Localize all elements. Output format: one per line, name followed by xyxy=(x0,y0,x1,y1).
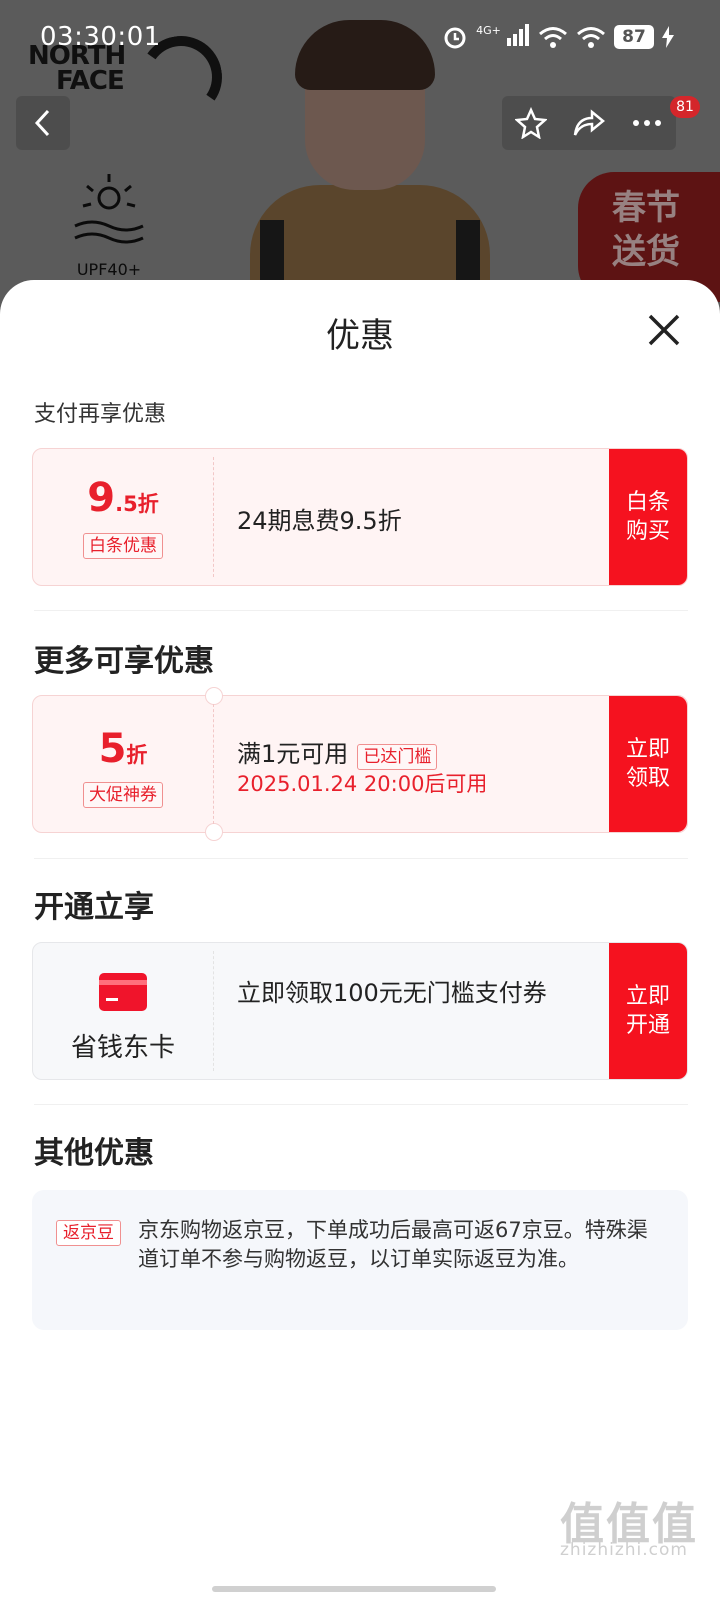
other-section-label: 其他优惠 xyxy=(34,1136,154,1171)
savings-card[interactable]: 省钱东卡 立即领取100元无门槛支付券 立即开通 xyxy=(32,942,688,1080)
card-name: 省钱东卡 xyxy=(70,1033,175,1063)
coupon-description: 24期息费9.5折 xyxy=(237,507,402,535)
back-icon xyxy=(34,109,50,137)
close-button[interactable] xyxy=(640,306,688,354)
coupon-discount: 9.5折 xyxy=(87,475,159,521)
coupon-discount: 5折 xyxy=(98,726,148,772)
share-icon xyxy=(573,109,605,136)
close-icon xyxy=(648,314,680,346)
more-section-label: 更多可享优惠 xyxy=(34,644,214,679)
jingdou-text: 京东购物返京豆，下单成功后最高可返67京豆。特殊渠道订单不参与购物返豆，以订单实… xyxy=(138,1218,648,1271)
open-card-button[interactable]: 立即开通 xyxy=(609,943,687,1079)
nav-actions xyxy=(502,96,676,150)
watermark-url: zhizhizhi.com xyxy=(560,1540,688,1560)
star-icon xyxy=(515,107,547,139)
share-button[interactable] xyxy=(564,96,614,150)
coupon-tag: 大促神券 xyxy=(83,782,163,808)
charging-icon xyxy=(662,26,674,48)
back-button[interactable] xyxy=(16,96,70,150)
alarm-icon xyxy=(444,27,466,49)
card-icon xyxy=(99,973,147,1011)
jingdou-tag: 返京豆 xyxy=(56,1220,121,1246)
battery-icon: 87 xyxy=(614,25,654,49)
sheet-title: 优惠 xyxy=(326,316,394,356)
open-section-label: 开通立享 xyxy=(34,890,154,925)
baitiao-coupon-card[interactable]: 9.5折 白条优惠 24期息费9.5折 白条购买 xyxy=(32,448,688,586)
payment-section-label: 支付再享优惠 xyxy=(34,402,167,427)
baitiao-buy-button[interactable]: 白条购买 xyxy=(609,449,687,585)
signal-icon: 4G+ xyxy=(476,24,530,50)
wifi-icon xyxy=(577,27,605,48)
home-indicator[interactable] xyxy=(212,1586,496,1592)
claim-coupon-button[interactable]: 立即领取 xyxy=(609,696,687,832)
coupon-valid-time: 2025.01.24 20:00后可用 xyxy=(237,772,488,796)
coupon-tag: 白条优惠 xyxy=(83,533,163,559)
favorite-button[interactable] xyxy=(506,96,556,150)
coupon-condition: 满1元可用 xyxy=(237,740,349,768)
wifi-icon xyxy=(539,27,567,48)
status-icons: 4G+ 87 xyxy=(442,24,674,50)
more-icon xyxy=(633,120,661,126)
notification-badge: 81 xyxy=(670,96,700,118)
more-button[interactable] xyxy=(622,96,672,150)
discount-sheet: 优惠 支付再享优惠 9.5折 白条优惠 24期息费9.5折 白条购买 更多可享优… xyxy=(0,280,720,1600)
card-description: 立即领取100元无门槛支付券 xyxy=(237,979,547,1007)
threshold-reached-tag: 已达门槛 xyxy=(357,744,438,770)
jingdou-info: 返京豆 京东购物返京豆，下单成功后最高可返67京豆。特殊渠道订单不参与购物返豆，… xyxy=(32,1190,688,1330)
promo-coupon-card[interactable]: 5折 大促神券 满1元可用 已达门槛 2025.01.24 20:00后可用 立… xyxy=(32,687,688,841)
status-time: 03:30:01 xyxy=(40,22,161,52)
